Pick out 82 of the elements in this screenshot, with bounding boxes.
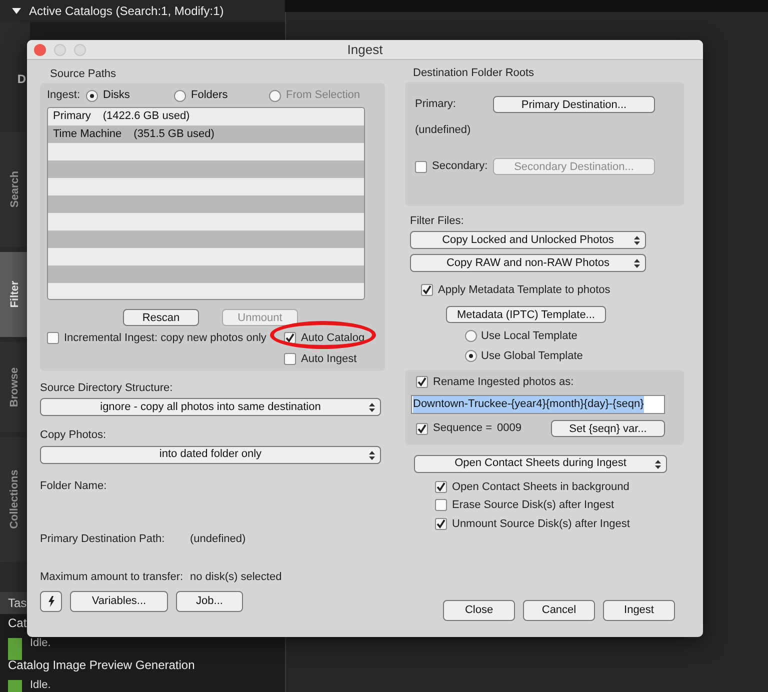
dropdown[interactable]: ignore - copy all photos into same destination [40,398,381,416]
push-button[interactable]: Cancel [523,600,595,621]
field-value: (undefined) [190,532,246,547]
field-label: Folder Name: [40,478,108,494]
disclosure-triangle-icon [12,8,21,14]
field-value: (undefined) [415,122,472,138]
field-label: Ingest: [47,88,80,104]
radio-button[interactable] [174,90,186,102]
catalog-header[interactable]: Active Catalogs (Search:1, Modify:1) [0,0,285,22]
radio-label: Folders [191,88,228,104]
checkbox[interactable] [416,422,428,434]
progress-indicator [8,638,22,660]
push-button[interactable]: Variables... [70,591,168,612]
field-label: Primary: [415,96,457,112]
checkbox[interactable] [415,160,427,172]
catalog-title: Active Catalogs (Search:1, Modify:1) [29,3,224,20]
side-tab[interactable]: Search [0,132,30,247]
task-status: Idle. [30,638,51,651]
radio-label: Use Local Template [481,328,578,344]
radio-button[interactable] [465,330,477,342]
checkbox-label: Rename Ingested photos as: [433,374,574,390]
checkbox-label: Auto Catalog [301,330,365,346]
field-label: Source Directory Structure: [40,380,174,396]
radio-button[interactable] [86,90,98,102]
side-tab[interactable]: Collections [0,437,30,562]
field-label: Maximum amount to transfer: [40,570,184,584]
push-button[interactable]: Metadata (IPTC) Template... [446,306,606,322]
push-button[interactable]: Primary Destination... [493,96,655,112]
push-button[interactable]: Set {seqn} var... [551,420,665,437]
lightning-icon [48,596,54,607]
checkbox[interactable] [435,518,447,530]
checkbox-label: Open Contact Sheets in background [452,480,630,494]
checkbox-label: Sequence = [433,421,492,436]
radio-label: Use Global Template [481,349,583,364]
group-title: Source Paths [50,67,118,82]
lightning-button[interactable] [40,591,62,612]
window-title: Ingest [347,40,383,59]
checkbox[interactable] [416,376,428,388]
disk-row[interactable]: Time Machine (351.5 GB used) [48,125,364,142]
dropdown[interactable]: Open Contact Sheets during Ingest [414,454,667,472]
checkbox[interactable] [47,332,59,344]
close-icon[interactable] [34,44,46,56]
radio-label: From Selection [286,88,360,104]
checkbox[interactable] [435,499,447,512]
checkbox-label: Unmount Source Disk(s) after Ingest [452,516,630,532]
checkbox[interactable] [421,284,433,296]
push-button[interactable]: Ingest [603,600,675,621]
push-button[interactable]: Close [443,600,515,621]
side-tab[interactable]: Browse [0,342,30,432]
stepper-arrows-icon [655,460,661,468]
checkbox-label: Erase Source Disk(s) after Ingest [452,498,614,513]
radio-button[interactable] [465,350,477,362]
dropdown[interactable]: into dated folder only [40,446,381,464]
checkbox[interactable] [435,480,447,493]
dropdown[interactable]: Copy RAW and non-RAW Photos [410,254,646,272]
push-button[interactable]: Rescan [123,308,199,326]
checkbox[interactable] [284,332,296,344]
field-label: Filter Files: [410,214,465,228]
rename-field[interactable]: Downtown-Truckee-{year4}{month}{day}-{seqn} [411,395,665,414]
task-name: Cat [8,616,27,631]
checkbox-label: Incremental Ingest: copy new photos only [64,330,266,346]
field-label: Copy Photos: [40,428,108,443]
stepper-arrows-icon [634,259,640,268]
stepper-arrows-icon [634,236,640,245]
task-name: Catalog Image Preview Generation [8,658,195,673]
group-title: Destination Folder Roots [413,66,536,81]
checkbox-label: Apply Metadata Template to photos [438,283,610,298]
stepper-arrows-icon [369,403,375,412]
push-button[interactable]: Job... [176,591,243,612]
dropdown[interactable]: Copy Locked and Unlocked Photos [410,231,646,249]
panel-label: D [17,72,26,86]
checkbox[interactable] [284,353,296,366]
checkbox-label: Auto Ingest [301,352,357,367]
disk-row[interactable]: Primary (1422.6 GB used) [48,108,364,125]
stepper-arrows-icon [369,450,375,460]
radio-label: Disks [103,88,130,104]
sequence-value: 0009 [497,421,522,436]
side-tab[interactable]: Filter [0,252,30,337]
field-value: no disk(s) selected [190,570,282,584]
checkbox-label: Secondary: [432,159,488,174]
field-label: Primary Destination Path: [40,532,166,547]
task-status: Idle. [30,680,51,692]
